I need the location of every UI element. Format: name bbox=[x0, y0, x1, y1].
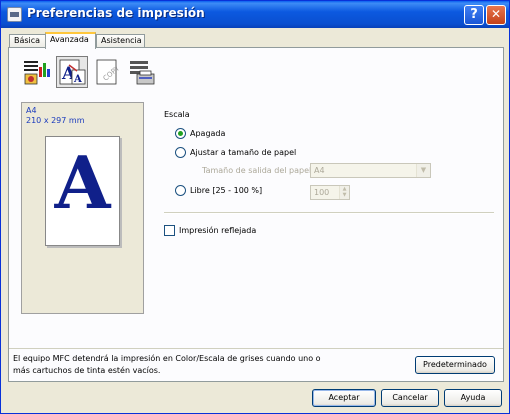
section-divider bbox=[164, 212, 494, 214]
free-scale-stepper[interactable]: 100 ▲ ▼ bbox=[310, 185, 350, 200]
radio-free-scale-label[interactable]: Libre [25 - 100 %] bbox=[190, 186, 262, 195]
paper-dimensions-label: 210 x 297 mm bbox=[26, 116, 85, 125]
radio-free-scale[interactable] bbox=[175, 185, 186, 196]
cancel-button[interactable]: Cancelar bbox=[381, 389, 439, 407]
output-size-select[interactable]: A4 ▼ bbox=[310, 163, 431, 178]
tab-asistencia[interactable]: Asistencia bbox=[96, 34, 145, 48]
paper-size-label: A4 bbox=[26, 106, 37, 115]
svg-text:A: A bbox=[73, 74, 82, 85]
watermark-copy-icon[interactable]: COPY bbox=[91, 56, 123, 88]
preview-page: A bbox=[45, 136, 120, 246]
window-title: Preferencias de impresión bbox=[27, 6, 205, 20]
tab-basica[interactable]: Básica bbox=[9, 34, 46, 48]
info-strip: El equipo MFC detendrá la impresión en C… bbox=[9, 348, 503, 381]
tab-avanzada[interactable]: Avanzada bbox=[45, 32, 96, 49]
mirror-print-label[interactable]: Impresión reflejada bbox=[179, 226, 256, 235]
close-icon: ✕ bbox=[490, 7, 502, 21]
free-scale-value: 100 bbox=[314, 188, 330, 197]
ink-warning-text: El equipo MFC detendrá la impresión en C… bbox=[13, 354, 321, 375]
radio-apagada-label[interactable]: Apagada bbox=[190, 129, 225, 138]
close-button[interactable]: ✕ bbox=[486, 5, 506, 25]
help-title-button[interactable]: ? bbox=[464, 5, 484, 25]
printer-icon bbox=[7, 7, 22, 22]
radio-fit-to-paper[interactable] bbox=[175, 147, 186, 158]
paper-preview: A4 210 x 297 mm A bbox=[21, 102, 144, 314]
radio-apagada[interactable] bbox=[175, 128, 186, 139]
device-options-icon[interactable] bbox=[126, 56, 158, 88]
scaling-heading: Escala bbox=[164, 110, 190, 119]
spin-arrows-icon[interactable]: ▲ ▼ bbox=[339, 186, 349, 199]
output-size-label: Tamaño de salida del papel bbox=[202, 166, 312, 175]
print-preferences-window: Preferencias de impresión ? ✕ Básica Ava… bbox=[0, 0, 510, 414]
help-button[interactable]: Ayuda bbox=[444, 389, 502, 407]
scaling-icon[interactable]: A A bbox=[56, 56, 88, 88]
ok-button[interactable]: Aceptar bbox=[312, 389, 376, 407]
radio-fit-to-paper-label[interactable]: Ajustar a tamaño de papel bbox=[190, 148, 296, 157]
mirror-print-checkbox[interactable] bbox=[164, 225, 175, 236]
default-settings-button[interactable]: Predeterminado bbox=[415, 356, 495, 374]
quality-icon[interactable] bbox=[21, 56, 53, 88]
preview-letter: A bbox=[54, 140, 111, 225]
title-bar[interactable]: Preferencias de impresión ? ✕ bbox=[1, 1, 509, 28]
question-mark-icon: ? bbox=[470, 7, 478, 22]
advanced-panel: A A COPY A4 210 x 297 mm A Escala Apagad… bbox=[8, 47, 504, 382]
chevron-down-icon: ▼ bbox=[416, 164, 430, 177]
output-size-value: A4 bbox=[314, 166, 325, 175]
